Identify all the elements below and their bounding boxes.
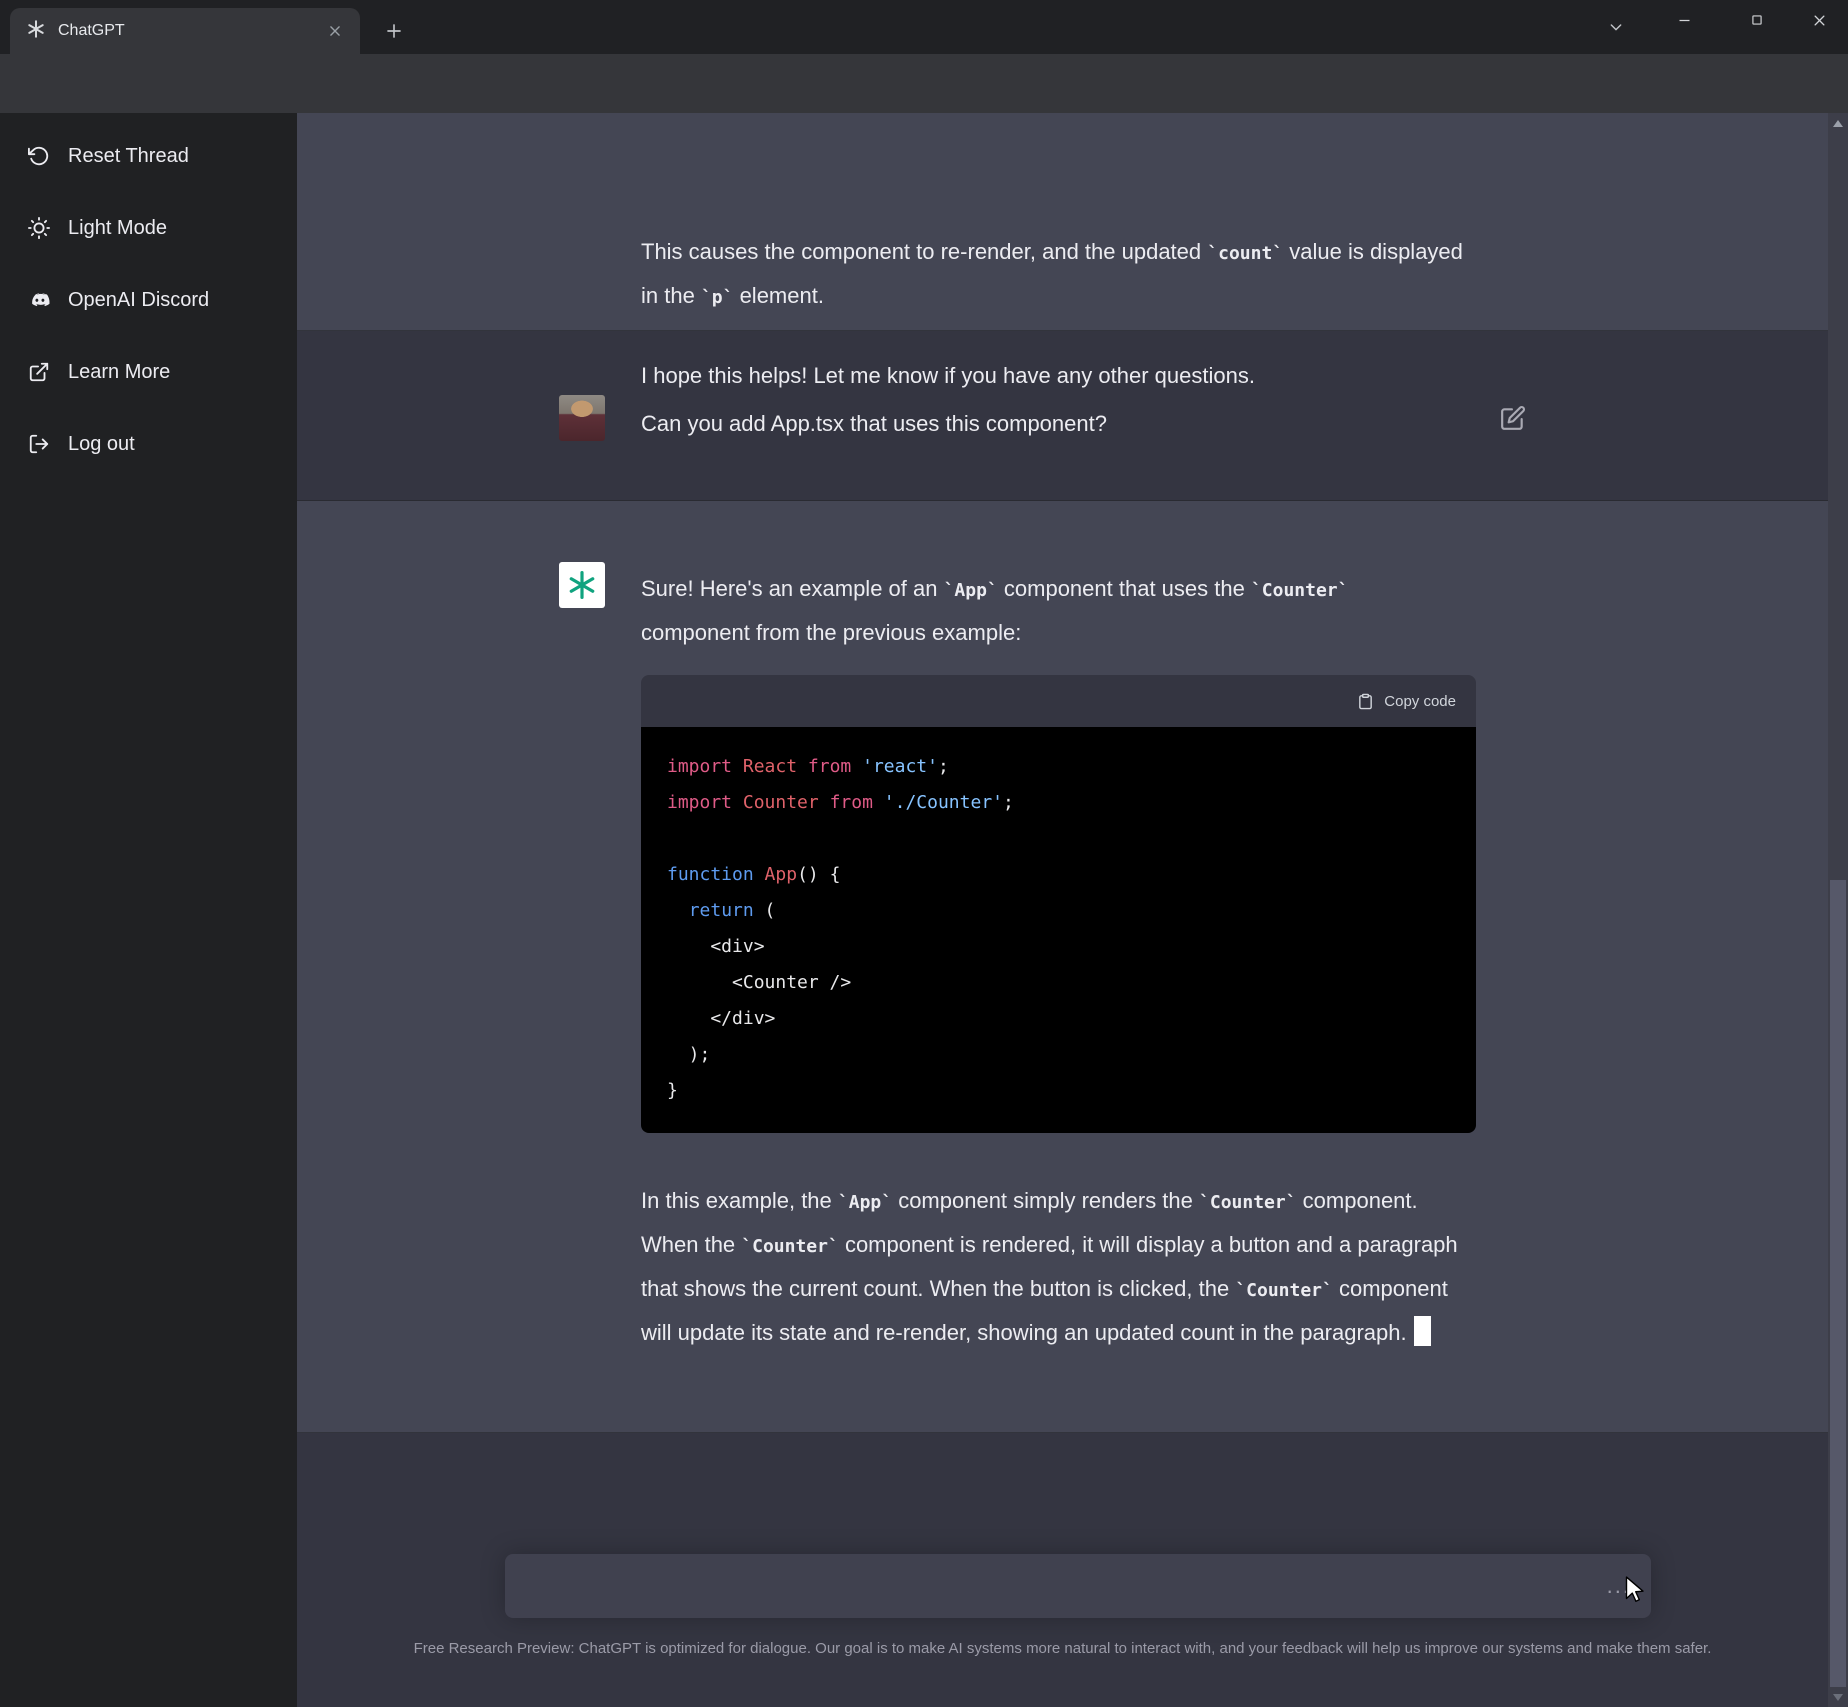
sidebar-item-log-out[interactable]: Log out <box>0 420 297 468</box>
sidebar-item-label: Learn More <box>68 361 170 384</box>
tab-title: ChatGPT <box>58 22 310 40</box>
streaming-cursor <box>1414 1316 1431 1346</box>
message-text: In this example, the `App` component sim… <box>641 1180 1463 1354</box>
sun-icon <box>28 217 50 239</box>
clipboard-icon <box>1357 693 1374 710</box>
sidebar-item-label: Reset Thread <box>68 145 189 168</box>
copy-code-button[interactable]: Copy code <box>641 675 1476 727</box>
footer-disclaimer: Free Research Preview: ChatGPT is optimi… <box>303 1635 1823 1663</box>
openai-favicon-icon <box>26 19 46 44</box>
sidebar-item-label: Log out <box>68 433 135 456</box>
tab-search-button[interactable] <box>1586 8 1646 46</box>
edit-pencil-icon <box>1500 405 1526 431</box>
sidebar-item-openai-discord[interactable]: OpenAI Discord <box>0 276 297 324</box>
window-maximize-button[interactable] <box>1726 0 1788 40</box>
sidebar-item-label: Light Mode <box>68 217 167 240</box>
assistant-message: Sure! Here's an example of an `App` comp… <box>297 501 1828 1433</box>
sidebar-item-light-mode[interactable]: Light Mode <box>0 204 297 252</box>
logout-icon <box>28 433 50 455</box>
page-scrollbar[interactable] <box>1828 113 1848 1707</box>
browser-tab-chatgpt[interactable]: ChatGPT <box>10 8 360 54</box>
edit-message-button[interactable] <box>1500 405 1528 433</box>
sidebar: Reset Thread Light Mode OpenAI Discord L… <box>0 113 297 1707</box>
message-paragraph: This causes the component to re-render, … <box>641 231 1463 319</box>
sidebar-item-learn-more[interactable]: Learn More <box>0 348 297 396</box>
external-link-icon <box>28 361 50 383</box>
message-input-box[interactable]: ... <box>505 1554 1651 1618</box>
scrollbar-up-arrow[interactable] <box>1828 113 1848 133</box>
window-close-button[interactable] <box>1791 0 1848 40</box>
openai-logo-icon <box>566 569 598 601</box>
user-message: Can you add App.tsx that uses this compo… <box>297 331 1828 501</box>
reset-icon <box>28 145 50 167</box>
copy-code-label: Copy code <box>1384 693 1456 710</box>
discord-icon <box>28 289 50 311</box>
message-text: Sure! Here's an example of an `App` comp… <box>641 568 1463 654</box>
chatgpt-page: Reset Thread Light Mode OpenAI Discord L… <box>0 113 1848 1707</box>
scrollbar-down-arrow[interactable] <box>1828 1687 1848 1707</box>
sidebar-item-label: OpenAI Discord <box>68 289 209 312</box>
browser-toolbar: chat.openai.com/chat V 14h <box>0 54 1848 113</box>
code-content: import React from 'react';import Counter… <box>641 727 1476 1133</box>
tab-close-icon[interactable] <box>322 18 348 44</box>
message-paragraph: Sure! Here's an example of an `App` comp… <box>641 568 1463 654</box>
chat-main: This causes the component to re-render, … <box>297 113 1828 1707</box>
assistant-message-partial: This causes the component to re-render, … <box>297 113 1828 331</box>
composer-area: ... Free Research Preview: ChatGPT is op… <box>297 1433 1828 1706</box>
sidebar-item-reset-thread[interactable]: Reset Thread <box>0 132 297 180</box>
message-paragraph: In this example, the `App` component sim… <box>641 1180 1463 1354</box>
user-avatar <box>559 395 605 441</box>
scrollbar-thumb[interactable] <box>1830 880 1846 1687</box>
code-block: Copy code import React from 'react';impo… <box>641 675 1476 1133</box>
window-minimize-button[interactable] <box>1653 0 1715 40</box>
message-input[interactable] <box>505 1554 1651 1618</box>
new-tab-button[interactable] <box>376 13 412 49</box>
assistant-avatar <box>559 562 605 608</box>
browser-tab-strip: ChatGPT <box>0 0 1848 54</box>
streaming-dots: ... <box>1607 1573 1631 1599</box>
message-text: Can you add App.tsx that uses this compo… <box>641 403 1463 445</box>
